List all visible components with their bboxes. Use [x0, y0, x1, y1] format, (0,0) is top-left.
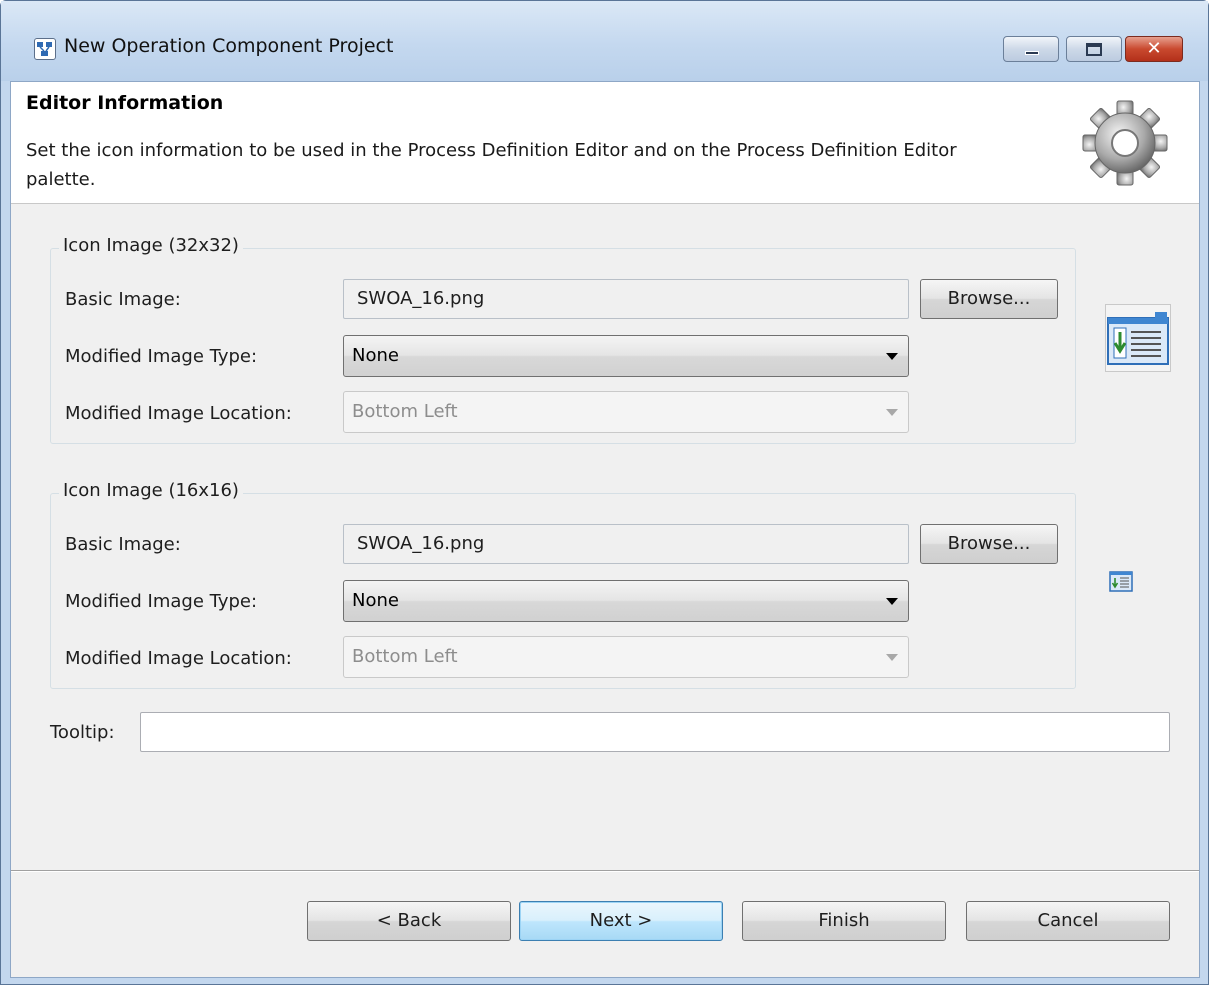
- chevron-down-icon: [886, 409, 898, 416]
- modified-image-location-label: Modified Image Location:: [65, 403, 292, 424]
- title-bar[interactable]: New Operation Component Project ✕: [1, 1, 1208, 81]
- next-button[interactable]: Next >: [519, 901, 723, 941]
- modified-image-type-label: Modified Image Type:: [65, 346, 258, 367]
- close-button[interactable]: ✕: [1125, 36, 1183, 62]
- minimize-icon: [1025, 51, 1039, 55]
- gear-icon: [1082, 100, 1168, 186]
- selected-value: Bottom Left: [352, 646, 458, 667]
- wizard-header: Editor Information Set the icon informat…: [11, 82, 1199, 204]
- modified-image-type-label: Modified Image Type:: [65, 591, 258, 612]
- finish-button[interactable]: Finish: [742, 901, 946, 941]
- maximize-icon: [1086, 43, 1102, 56]
- back-button[interactable]: < Back: [307, 901, 511, 941]
- tooltip-label: Tooltip:: [50, 722, 115, 743]
- basic-image-label: Basic Image:: [65, 289, 181, 310]
- project-wizard-icon: [34, 38, 56, 60]
- page-title: Editor Information: [26, 92, 224, 114]
- maximize-button[interactable]: [1066, 36, 1122, 62]
- modified-image-location-select: Bottom Left: [343, 636, 909, 678]
- modified-image-location-label: Modified Image Location:: [65, 648, 292, 669]
- modified-image-type-select[interactable]: None: [343, 580, 909, 622]
- tooltip-input[interactable]: [140, 712, 1170, 752]
- modified-image-location-select: Bottom Left: [343, 391, 909, 433]
- component-preview-large-icon: [1105, 304, 1171, 372]
- selected-value: Bottom Left: [352, 401, 458, 422]
- wizard-window: New Operation Component Project ✕ Editor…: [0, 0, 1209, 985]
- dialog-body: Editor Information Set the icon informat…: [10, 81, 1200, 978]
- close-icon: ✕: [1146, 38, 1162, 59]
- group-legend: Icon Image (32x32): [59, 235, 243, 256]
- cancel-button[interactable]: Cancel: [966, 901, 1170, 941]
- browse-button[interactable]: Browse...: [920, 279, 1058, 319]
- chevron-down-icon: [886, 598, 898, 605]
- icon-32-group: Icon Image (32x32) Basic Image: SWOA_16.…: [50, 235, 1076, 444]
- basic-image-label: Basic Image:: [65, 534, 181, 555]
- chevron-down-icon: [886, 654, 898, 661]
- basic-image-field[interactable]: SWOA_16.png: [343, 524, 909, 564]
- window-title: New Operation Component Project: [64, 35, 394, 57]
- footer-separator: [11, 870, 1199, 872]
- chevron-down-icon: [886, 353, 898, 360]
- minimize-button[interactable]: [1003, 36, 1059, 62]
- browse-button[interactable]: Browse...: [920, 524, 1058, 564]
- page-description: Set the icon information to be used in t…: [26, 140, 957, 190]
- group-legend: Icon Image (16x16): [59, 480, 243, 501]
- icon-16-group: Icon Image (16x16) Basic Image: SWOA_16.…: [50, 480, 1076, 689]
- component-preview-small-icon: [1109, 571, 1133, 592]
- modified-image-type-select[interactable]: None: [343, 335, 909, 377]
- basic-image-field[interactable]: SWOA_16.png: [343, 279, 909, 319]
- selected-value: None: [352, 345, 399, 366]
- selected-value: None: [352, 590, 399, 611]
